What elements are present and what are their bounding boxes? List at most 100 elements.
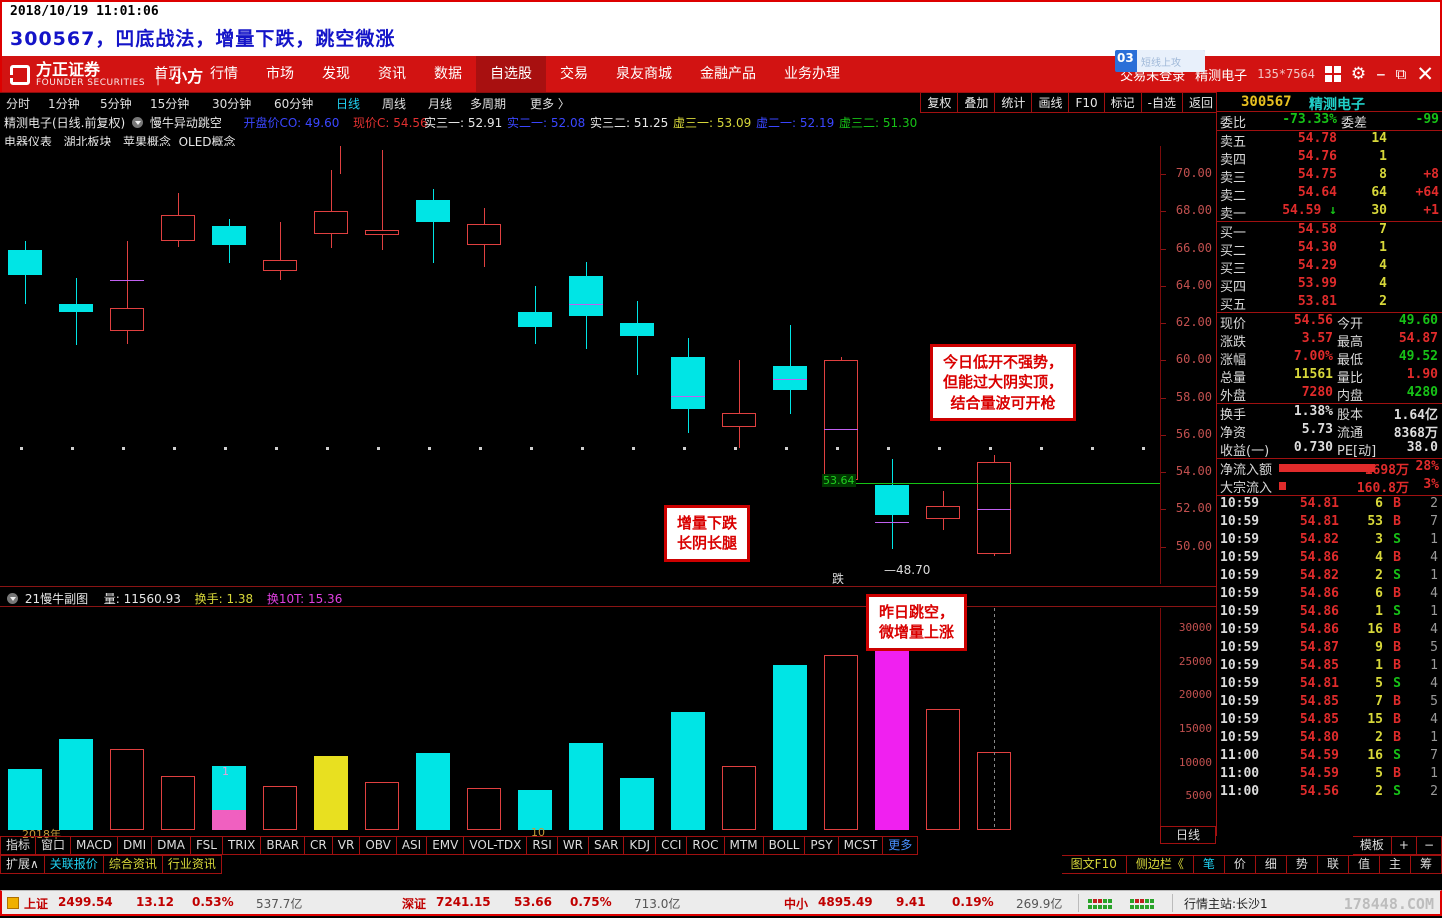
period-1[interactable]: 1分钟 [48, 95, 80, 112]
annotation-gap-up[interactable]: 昨日跳空， 微增量上涨 [866, 594, 968, 651]
tick-row[interactable]: 10:59 54.81 53 B 7 [1217, 514, 1442, 532]
tool-标记[interactable]: 标记 [1104, 92, 1142, 113]
indicator-指标[interactable]: 指标 [0, 836, 37, 855]
tab-综合资讯[interactable]: 综合资讯 [103, 855, 163, 874]
bid-row[interactable]: 买三 54.29 4 [1217, 258, 1442, 277]
nav-item-6[interactable]: 自选股 [476, 56, 546, 92]
ask-row[interactable]: 卖五 54.78 14 [1217, 131, 1442, 150]
nav-item-9[interactable]: 金融产品 [686, 56, 770, 92]
tick-row[interactable]: 10:59 54.82 3 S 1 [1217, 532, 1442, 550]
period-5[interactable]: 60分钟 [274, 95, 313, 112]
candle-body[interactable] [161, 214, 195, 242]
nav-item-2[interactable]: 市场 [252, 56, 308, 92]
tick-row[interactable]: 11:00 54.59 16 S 7 [1217, 748, 1442, 766]
tool-叠加[interactable]: 叠加 [958, 92, 996, 113]
close-icon[interactable]: ✕ [1416, 62, 1434, 86]
indicator-EMV[interactable]: EMV [427, 836, 465, 855]
tool-统计[interactable]: 统计 [995, 92, 1033, 113]
indicator-MACD[interactable]: MACD [71, 836, 119, 855]
side-主[interactable]: 主 [1379, 855, 1411, 874]
volume-bar[interactable] [467, 788, 501, 830]
period-0[interactable]: 分时 [6, 95, 30, 112]
indicator-更多[interactable]: 更多 [883, 836, 919, 855]
period-6[interactable]: 日线 [336, 95, 360, 112]
volume-bar[interactable] [671, 712, 705, 830]
volume-bar[interactable] [722, 766, 756, 830]
candle-body[interactable] [416, 200, 450, 223]
tick-row[interactable]: 11:00 54.56 2 S 2 [1217, 784, 1442, 802]
ask-row[interactable]: 卖四 54.76 1 [1217, 149, 1442, 168]
restore-icon[interactable]: ⧉ [1396, 65, 1407, 83]
volume-bar[interactable] [773, 665, 807, 830]
annotation-today[interactable]: 今日低开不强势， 但能过大阴实顶， 结合量波可开枪 [930, 344, 1077, 421]
tick-row[interactable]: 10:59 54.80 2 B 1 [1217, 730, 1442, 748]
ask-row[interactable]: 卖三 54.75 8 +8 [1217, 167, 1442, 186]
side-图文F10[interactable]: 图文F10 [1061, 855, 1127, 874]
indicator-ROC[interactable]: ROC [687, 836, 725, 855]
side-笔[interactable]: 笔 [1193, 855, 1225, 874]
nav-item-10[interactable]: 业务办理 [770, 56, 854, 92]
tick-row[interactable]: 10:59 54.81 5 S 4 [1217, 676, 1442, 694]
tick-row[interactable]: 10:59 54.82 2 S 1 [1217, 568, 1442, 586]
indicator-RSI[interactable]: RSI [527, 836, 558, 855]
indicator-CR[interactable]: CR [305, 836, 333, 855]
indicator-CCI[interactable]: CCI [656, 836, 688, 855]
volume-bar[interactable] [314, 756, 348, 830]
indicator-SAR[interactable]: SAR [589, 836, 625, 855]
period-10[interactable]: 更多 〉 [530, 95, 570, 112]
tick-list[interactable]: 10:59 54.81 6 B 2 10:59 54.81 53 B 7 10:59 54.82 3 S 1… [1217, 496, 1442, 802]
bid-row[interactable]: 买二 54.30 1 [1217, 240, 1442, 259]
indicator-BRAR[interactable]: BRAR [261, 836, 306, 855]
candle-body[interactable] [110, 308, 144, 331]
tool-画线[interactable]: 画线 [1032, 92, 1070, 113]
volume-bar[interactable] [518, 789, 552, 830]
apps-grid-icon[interactable] [1324, 66, 1341, 82]
nav-item-5[interactable]: 数据 [420, 56, 476, 92]
period-3[interactable]: 15分钟 [150, 95, 189, 112]
indicator-KDJ[interactable]: KDJ [624, 836, 657, 855]
candle-body[interactable] [824, 360, 858, 480]
template-−[interactable]: − [1416, 836, 1442, 855]
candle-body[interactable] [365, 229, 399, 236]
bid-row[interactable]: 买一 54.58 7 [1217, 222, 1442, 241]
indicator-FSL[interactable]: FSL [190, 836, 223, 855]
minimize-icon[interactable]: – [1376, 63, 1386, 85]
side-价[interactable]: 价 [1224, 855, 1256, 874]
candle-body[interactable] [59, 304, 93, 312]
indicator-VR[interactable]: VR [332, 836, 361, 855]
indicator-DMI[interactable]: DMI [118, 836, 153, 855]
side-筹[interactable]: 筹 [1410, 855, 1442, 874]
nav-item-3[interactable]: 发现 [308, 56, 364, 92]
candle-body[interactable] [569, 276, 603, 316]
tick-row[interactable]: 10:59 54.85 15 B 4 [1217, 712, 1442, 730]
volume-bar[interactable] [263, 786, 297, 830]
template-模板[interactable]: 模板 [1352, 836, 1392, 855]
tick-row[interactable]: 10:59 54.86 1 S 1 [1217, 604, 1442, 622]
nav-item-4[interactable]: 资讯 [364, 56, 420, 92]
period-9[interactable]: 多周期 [470, 95, 506, 112]
tick-row[interactable]: 10:59 54.85 1 B 1 [1217, 658, 1442, 676]
promo-badge[interactable]: 03 短线上攻 [1115, 50, 1205, 72]
candle-body[interactable] [212, 226, 246, 245]
tick-row[interactable]: 10:59 54.86 4 B 4 [1217, 550, 1442, 568]
volume-bar[interactable] [161, 776, 195, 830]
gear-icon[interactable]: ⚙ [1351, 64, 1366, 84]
volume-bar[interactable] [926, 708, 960, 830]
period-7[interactable]: 周线 [382, 95, 406, 112]
tab-行业资讯[interactable]: 行业资讯 [162, 855, 222, 874]
candle-body[interactable] [518, 311, 552, 327]
template-+[interactable]: + [1391, 836, 1417, 855]
period-4[interactable]: 30分钟 [212, 95, 251, 112]
indicator-DMA[interactable]: DMA [152, 836, 191, 855]
tool-返回[interactable]: 返回 [1182, 92, 1220, 113]
annotation-volume-drop[interactable]: 增量下跌 长阴长腿 [664, 505, 751, 562]
volume-bar[interactable] [620, 777, 654, 830]
period-8[interactable]: 月线 [428, 95, 452, 112]
nav-item-7[interactable]: 交易 [546, 56, 602, 92]
ask-row[interactable]: 卖二 54.64 64 +64 [1217, 185, 1442, 204]
candle-body[interactable] [8, 250, 42, 275]
volume-bar[interactable] [569, 742, 603, 830]
volume-bar[interactable] [824, 655, 858, 830]
bid-row[interactable]: 买五 53.81 2 [1217, 294, 1442, 313]
indicator-MCST[interactable]: MCST [838, 836, 884, 855]
